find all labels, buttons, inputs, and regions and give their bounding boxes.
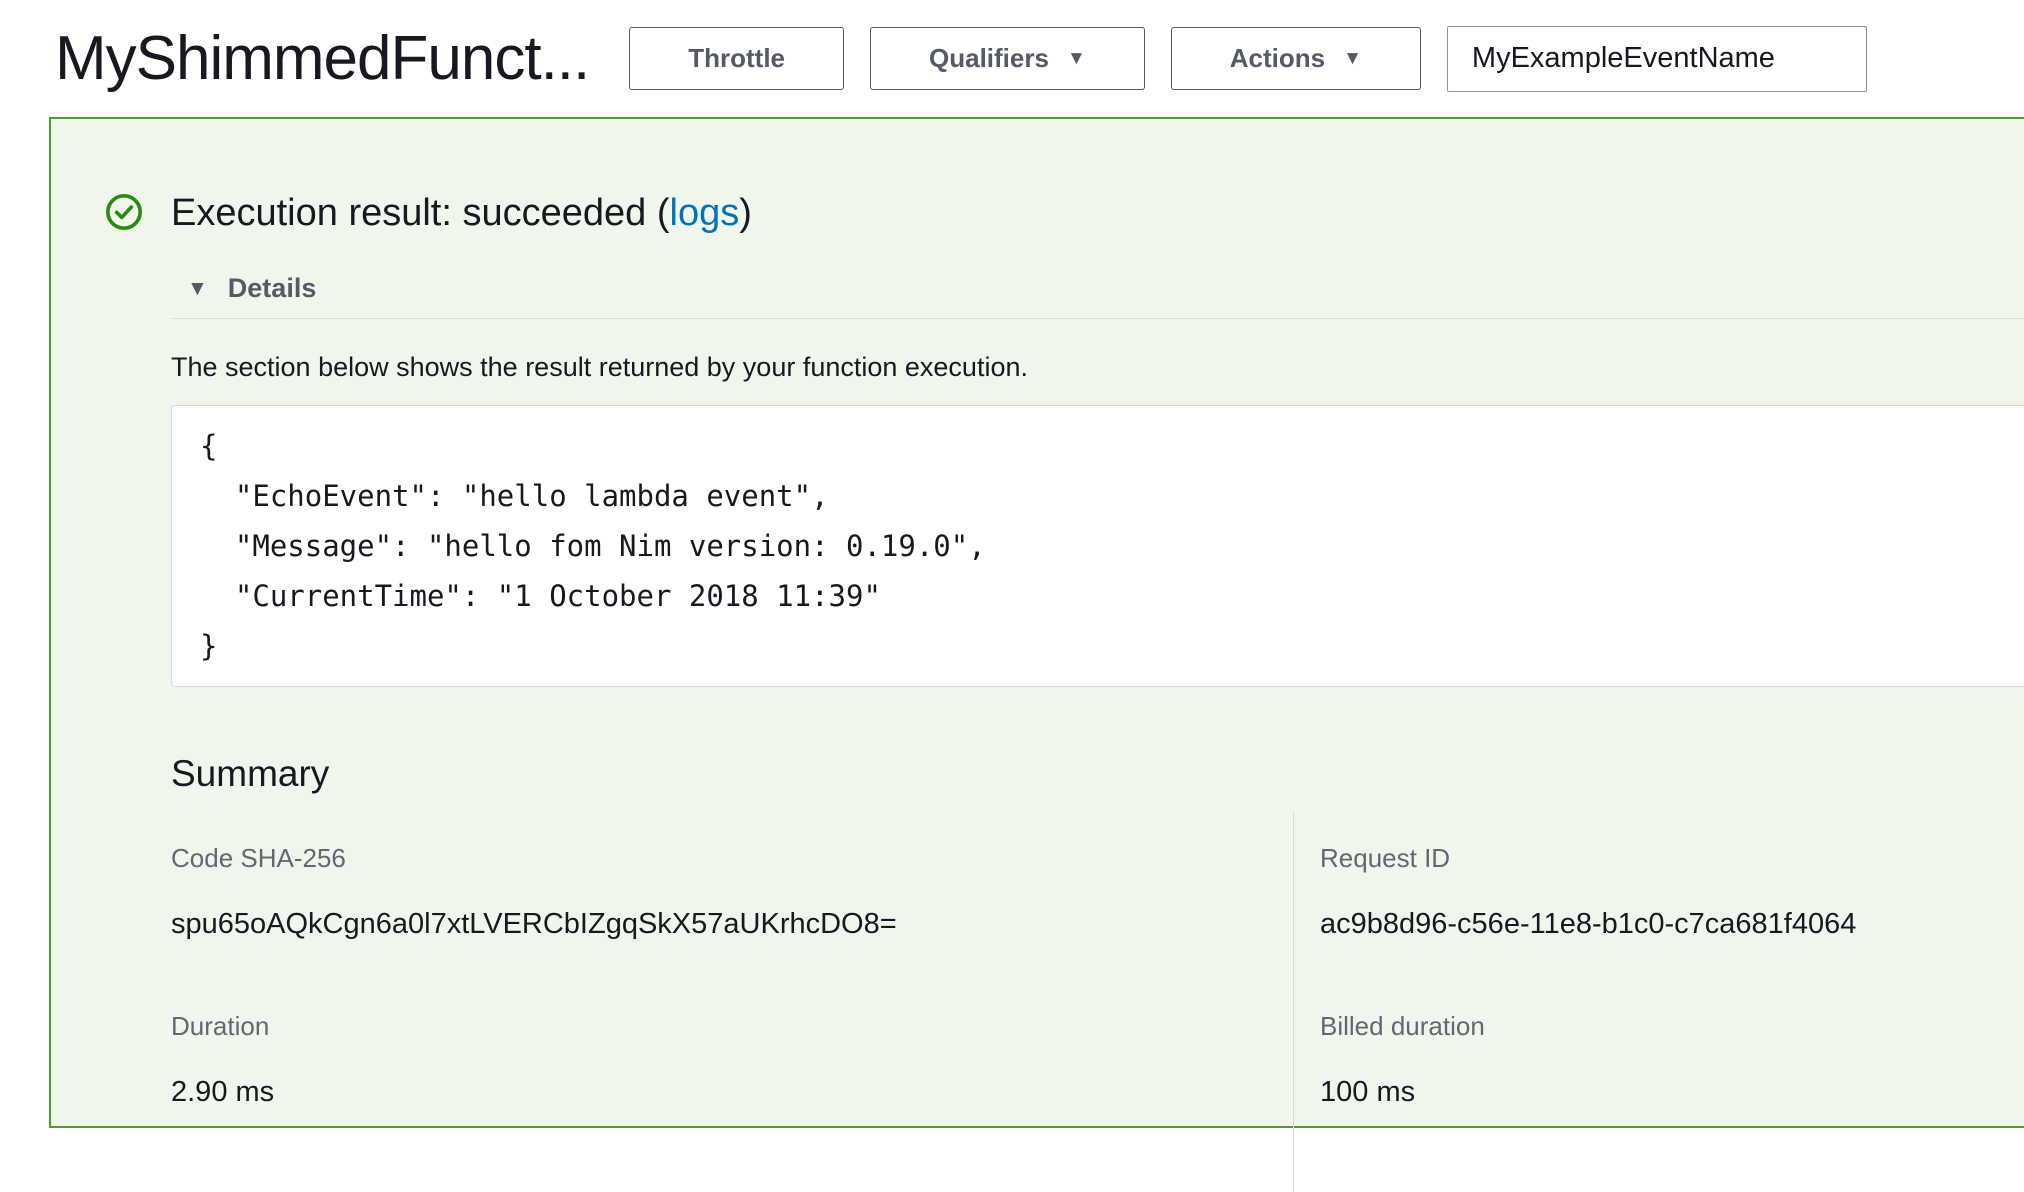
result-json-code: { "EchoEvent": "hello lambda event", "Me… — [200, 421, 2015, 671]
chevron-down-icon: ▼ — [1067, 49, 1086, 68]
execution-result-text: Execution result: succeeded ( — [171, 192, 670, 234]
field-label: Code SHA-256 — [171, 842, 1293, 874]
field-value: ac9b8d96-c56e-11e8-b1c0-c7ca681f4064 — [1320, 906, 1984, 942]
field-label: Billed duration — [1320, 1010, 1984, 1042]
summary-field-billed-duration: Billed duration 100 ms — [1320, 1010, 1984, 1110]
qualifiers-dropdown-button[interactable]: Qualifiers ▼ — [870, 27, 1145, 90]
logs-link[interactable]: logs — [670, 192, 740, 234]
chevron-down-icon: ▼ — [1343, 49, 1362, 68]
triangle-down-icon: ▼ — [187, 278, 208, 299]
field-value: spu65oAQkCgn6a0l7xtLVERCbIZgqSkX57aUKrhc… — [171, 906, 1293, 942]
field-label: Request ID — [1320, 842, 1984, 874]
field-value: 100 ms — [1320, 1074, 1984, 1110]
field-value: 2.90 ms — [171, 1074, 1293, 1110]
success-check-icon — [105, 193, 143, 231]
qualifiers-button-label: Qualifiers — [929, 43, 1049, 74]
summary-column-right: Request ID ac9b8d96-c56e-11e8-b1c0-c7ca6… — [1293, 812, 1984, 1192]
details-toggle[interactable]: ▼ Details — [187, 272, 1984, 304]
result-json-box: { "EchoEvent": "hello lambda event", "Me… — [171, 405, 2024, 687]
test-event-select[interactable]: MyExampleEventName — [1447, 26, 1867, 92]
test-event-selected-value: MyExampleEventName — [1472, 42, 1775, 75]
summary-field-code-sha256: Code SHA-256 spu65oAQkCgn6a0l7xtLVERCbIZ… — [171, 842, 1293, 942]
throttle-button-label: Throttle — [688, 43, 785, 74]
details-divider — [171, 318, 2024, 319]
actions-dropdown-button[interactable]: Actions ▼ — [1171, 27, 1421, 90]
result-description: The section below shows the result retur… — [171, 351, 1984, 383]
execution-result-panel: Execution result: succeeded (logs) ▼ Det… — [49, 117, 2024, 1128]
field-label: Duration — [171, 1010, 1293, 1042]
summary-column-left: Code SHA-256 spu65oAQkCgn6a0l7xtLVERCbIZ… — [171, 812, 1293, 1192]
summary-field-duration: Duration 2.90 ms — [171, 1010, 1293, 1110]
throttle-button[interactable]: Throttle — [629, 27, 844, 90]
execution-result-text-suffix: ) — [739, 192, 752, 234]
execution-result-title: Execution result: succeeded (logs) — [171, 190, 1984, 236]
summary-grid: Code SHA-256 spu65oAQkCgn6a0l7xtLVERCbIZ… — [171, 812, 1984, 1192]
summary-heading: Summary — [171, 751, 1984, 797]
actions-button-label: Actions — [1230, 43, 1325, 74]
function-header-bar: MyShimmedFunct... Throttle Qualifiers ▼ … — [0, 0, 2024, 117]
function-name-title: MyShimmedFunct... — [55, 23, 589, 94]
summary-field-request-id: Request ID ac9b8d96-c56e-11e8-b1c0-c7ca6… — [1320, 842, 1984, 942]
details-toggle-label: Details — [228, 272, 317, 304]
execution-result-content: Execution result: succeeded (logs) ▼ Det… — [51, 119, 2024, 1126]
